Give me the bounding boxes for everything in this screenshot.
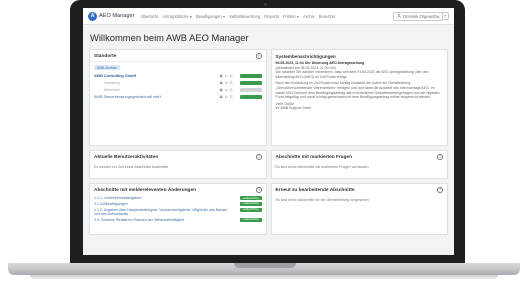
status-bar xyxy=(239,87,262,92)
row-top: Standorte ? AWB-Zentrale AWB Consulting … xyxy=(89,49,448,146)
logo-icon: A xyxy=(88,11,97,21)
card-text: Es sind keine Abschnitte mit markierten … xyxy=(275,165,369,169)
section-link[interactable]: 1.1.1. Unternehmensangaben xyxy=(94,196,142,200)
site-name[interactable]: Hamburg xyxy=(94,81,220,85)
card-text: Es werden zur Zeit keine Abschnitte bear… xyxy=(94,165,169,169)
status-bar xyxy=(239,80,262,85)
nav-item-selbstbewertung[interactable]: Selbstbewertung xyxy=(229,14,260,19)
app-logo[interactable]: A AEO Manager xyxy=(88,11,135,21)
nav-item-archiv[interactable]: Archiv xyxy=(303,14,315,19)
news-signature: Ihr AWB Support-Team xyxy=(275,106,312,111)
card-body: AWB-Zentrale AWB Consulting GmbH ▣ ⊙ ⎘ H… xyxy=(90,62,266,103)
card-system-notifications: Systembenachrichtigungen 06.05.2023, 11:… xyxy=(270,49,448,146)
status-badge: meldepflichtig xyxy=(239,217,262,222)
status-badge: meldepflichtig xyxy=(239,196,262,201)
user-name: Dominik Orgeantha xyxy=(403,13,440,19)
site-action-icons[interactable]: ▣ ⊙ ⎙ xyxy=(220,88,240,92)
main-content: Willkommen beim AWB AEO Manager Standort… xyxy=(83,25,454,244)
page-title: Willkommen beim AWB AEO Manager xyxy=(90,32,249,43)
help-icon[interactable]: ? xyxy=(437,187,443,193)
card-title: Standorte xyxy=(94,53,117,59)
card-header: Standorte ? xyxy=(90,50,266,62)
card-body: 1.1.1. Unternehmensangaben meldepflichti… xyxy=(90,195,266,226)
news-subject: Änderung AEO Antragsstellung xyxy=(311,61,365,65)
status-badge: meldepflichtig xyxy=(239,207,262,212)
card-body: Systembenachrichtigungen 06.05.2023, 11:… xyxy=(272,50,448,114)
site-action-icons[interactable]: ▣ ⊙ ⎘ xyxy=(220,95,240,99)
webcam xyxy=(264,3,267,6)
news-date: 06.05.2023, 11:04 Uhr xyxy=(275,61,311,65)
card-review-sections: Erneut zu bearbeitende Abschnitte ? Es s… xyxy=(270,183,448,235)
card-title: Erneut zu bearbeitende Abschnitte xyxy=(275,187,355,193)
site-row[interactable]: Hamburg ▣ ⊙ ⎘ xyxy=(94,79,262,86)
card-text: Es sind keine Abschnitte für die Überarb… xyxy=(275,198,370,202)
section-link[interactable]: 1.1.2. Angaben über Hauptanteilseigner, … xyxy=(94,208,234,216)
site-row[interactable]: München ▣ ⊙ ⎙ xyxy=(94,86,262,93)
card-activities: Aktuelle Benutzeraktivitäten ? Es werden… xyxy=(89,150,267,179)
site-tag: AWB-Zentrale xyxy=(94,65,120,70)
list-item: 2.4. Schwere Straftat im Rahmen der Wirt… xyxy=(94,217,262,222)
list-item: 1.1.2. Angaben über Hauptanteilseigner, … xyxy=(94,207,262,216)
app-name: AEO Manager xyxy=(99,13,135,19)
nav-item-uebersicht[interactable]: Übersicht xyxy=(140,14,158,19)
card-title: Abschnitte mit meldereleventen Änderunge… xyxy=(94,187,197,193)
list-item: 1.1.1. Unternehmensangaben meldepflichti… xyxy=(94,196,262,201)
card-header: Erneut zu bearbeitende Abschnitte ? xyxy=(272,184,448,195)
laptop-shadow xyxy=(30,275,498,279)
card-title: Abschnitte mit markierten Fragen xyxy=(275,154,353,160)
card-header: Abschnitte mit meldereleventen Änderunge… xyxy=(90,184,266,195)
card-header: Abschnitte mit markierten Fragen ? xyxy=(272,151,448,162)
top-navbar: A AEO Manager Übersicht Antragsblöcke ▾ … xyxy=(83,8,454,25)
site-row[interactable]: AWB Consulting GmbH ▣ ⊙ ⎘ xyxy=(94,72,262,79)
site-action-icons[interactable]: ▣ ⊙ ⎘ xyxy=(220,74,240,78)
list-item: 2.1 Zollbewilligungen meldepflichtig xyxy=(94,201,262,206)
site-name[interactable]: AWB Consulting GmbH xyxy=(94,74,220,78)
card-standorte: Standorte ? AWB-Zentrale AWB Consulting … xyxy=(89,49,267,146)
nav-item-reports[interactable]: Reports xyxy=(264,14,279,19)
card-marked-questions: Abschnitte mit markierten Fragen ? Es si… xyxy=(270,150,448,179)
help-icon[interactable]: ? xyxy=(255,53,262,59)
nav-item-fristen[interactable]: Fristen ▾ xyxy=(283,14,299,19)
nav-item-antragsbloecke[interactable]: Antragsblöcke ▾ xyxy=(162,14,192,19)
nav-item-bewilligungen[interactable]: Bewilligungen ▾ xyxy=(196,14,225,19)
help-icon[interactable]: ? xyxy=(255,154,262,160)
news-paragraph: Nach der Anmeldung im Zoll Portal muss k… xyxy=(275,81,440,100)
nav-item-benutzer[interactable]: Benutzer xyxy=(319,14,336,19)
news-paragraph: Wir möchten Sie darüber informieren, das… xyxy=(275,70,429,79)
site-action-icons[interactable]: ▣ ⊙ ⎘ xyxy=(220,81,240,85)
section-link[interactable]: 2.4. Schwere Straftat im Rahmen der Wirt… xyxy=(94,218,184,222)
help-icon[interactable]: ? xyxy=(437,154,443,160)
laptop-notch xyxy=(234,263,296,268)
site-row[interactable]: AWB Steuerberatungsgesellschaft mbH ▣ ⊙ … xyxy=(94,93,262,100)
help-icon[interactable]: ? xyxy=(255,187,262,193)
chevron-down-icon[interactable]: ▾ xyxy=(442,12,449,20)
card-title: Systembenachrichtigungen xyxy=(275,54,336,59)
site-name[interactable]: AWB Steuerberatungsgesellschaft mbH xyxy=(94,95,220,99)
site-name[interactable]: München xyxy=(94,88,220,92)
card-relevant-changes: Abschnitte mit meldereleventen Änderunge… xyxy=(89,183,267,235)
status-badge: meldepflichtig xyxy=(239,201,262,206)
card-header: Aktuelle Benutzeraktivitäten ? xyxy=(90,151,266,162)
status-bar xyxy=(239,73,262,78)
status-bar xyxy=(239,94,262,99)
row-middle: Aktuelle Benutzeraktivitäten ? Es werden… xyxy=(89,150,448,179)
user-icon xyxy=(397,14,401,18)
app-screen: A AEO Manager Übersicht Antragsblöcke ▾ … xyxy=(83,8,454,255)
card-title: Aktuelle Benutzeraktivitäten xyxy=(94,154,159,160)
user-menu-button[interactable]: Dominik Orgeantha xyxy=(393,11,444,21)
section-link[interactable]: 2.1 Zollbewilligungen xyxy=(94,202,128,206)
row-bottom: Abschnitte mit meldereleventen Änderunge… xyxy=(89,183,448,235)
